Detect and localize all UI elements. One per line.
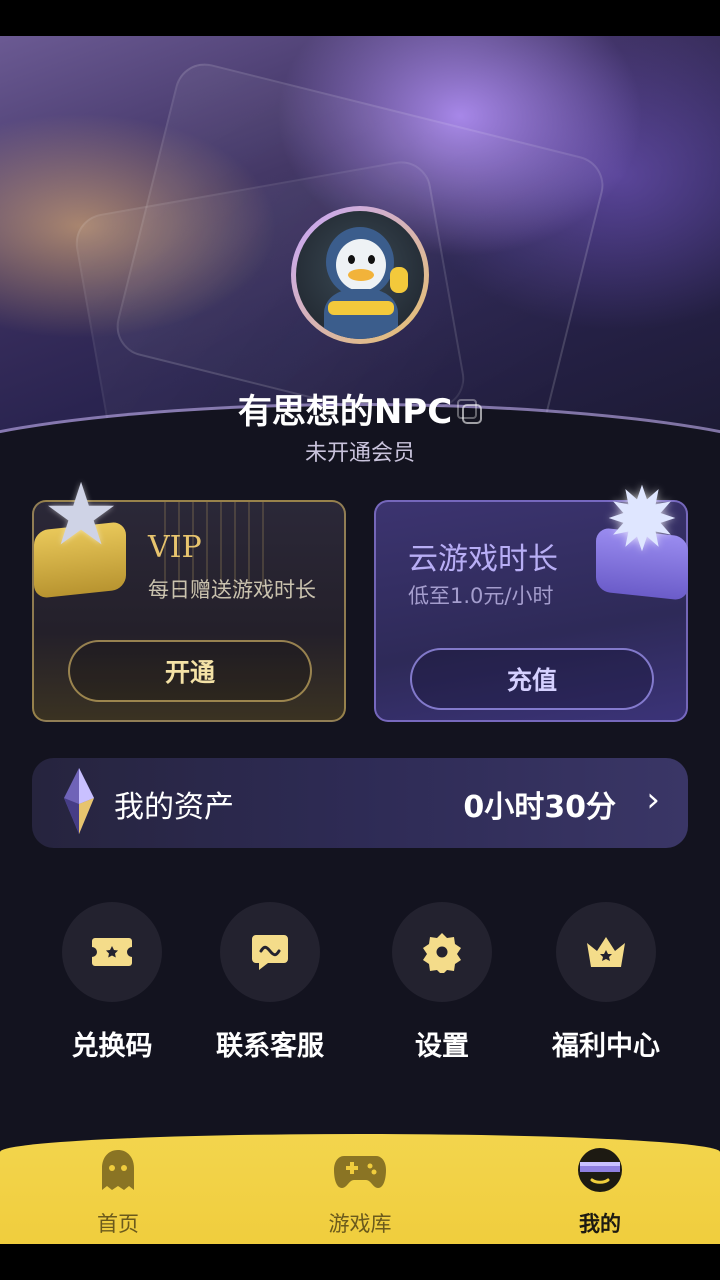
feature-contact-support[interactable]: 联系客服 [190,902,350,1063]
system-navigation-bar [0,1244,720,1280]
cloud-gaming-title: 云游戏时长 [408,542,558,577]
my-assets-row[interactable]: 我的资产 0小时30分 › [32,758,688,848]
recharge-button[interactable]: 充值 [410,648,654,710]
feature-icon-circle [556,902,656,1002]
feature-redeem-code[interactable]: 兑换码 [32,902,192,1063]
feature-label: 福利中心 [552,1031,660,1062]
membership-status: 未开通会员 [304,441,415,466]
username-row: 有思想的NPC [0,384,720,433]
tab-game-library[interactable]: 游戏库 [280,1144,440,1238]
status-bar [0,0,720,36]
bottom-tab-bar: 首页 游戏库 我的 [0,1134,720,1244]
gamepad-icon [332,1144,388,1196]
vip-title: VIP [148,530,202,565]
feature-label: 联系客服 [216,1031,324,1062]
vip-star-badge-icon: ★ [28,470,130,599]
feature-icon-circle [62,902,162,1002]
ticket-icon [92,938,132,966]
copy-icon[interactable] [457,398,483,424]
chevron-right-icon: › [646,780,660,820]
my-assets-label: 我的资产 [114,790,234,825]
tab-me[interactable]: 我的 [520,1144,680,1238]
ghost-icon [90,1144,146,1196]
feature-label: 设置 [415,1031,469,1062]
chat-icon [252,935,288,970]
activate-vip-button[interactable]: 开通 [68,640,312,702]
tab-label: 首页 [97,1212,139,1236]
penguin-avatar-image [296,211,424,339]
asset-time-balance: 0小时30分 [463,790,616,825]
gear-icon [423,933,461,973]
feature-label: 兑换码 [71,1031,153,1062]
feature-welfare-center[interactable]: 福利中心 [526,902,686,1063]
feature-settings[interactable]: 设置 [362,902,522,1063]
username: 有思想的NPC [237,392,453,432]
feature-icon-circle [220,902,320,1002]
crown-icon [587,937,625,967]
crystal-gem-badge-icon: ✹ [590,474,694,601]
avatar[interactable] [291,206,429,344]
feature-icon-circle [392,902,492,1002]
crystal-icon [64,768,94,834]
tab-label: 我的 [579,1212,621,1236]
cloud-gaming-price: 低至1.0元/小时 [408,584,554,608]
vip-subtitle: 每日赠送游戏时长 [148,578,316,602]
tab-label: 游戏库 [328,1212,392,1236]
profile-screen: 有思想的NPC 未开通会员 VIP 每日赠送游戏时长 开通 ★ 云游戏时长 低至… [0,36,720,1244]
profile-icon [572,1144,628,1196]
tab-home[interactable]: 首页 [38,1144,198,1238]
